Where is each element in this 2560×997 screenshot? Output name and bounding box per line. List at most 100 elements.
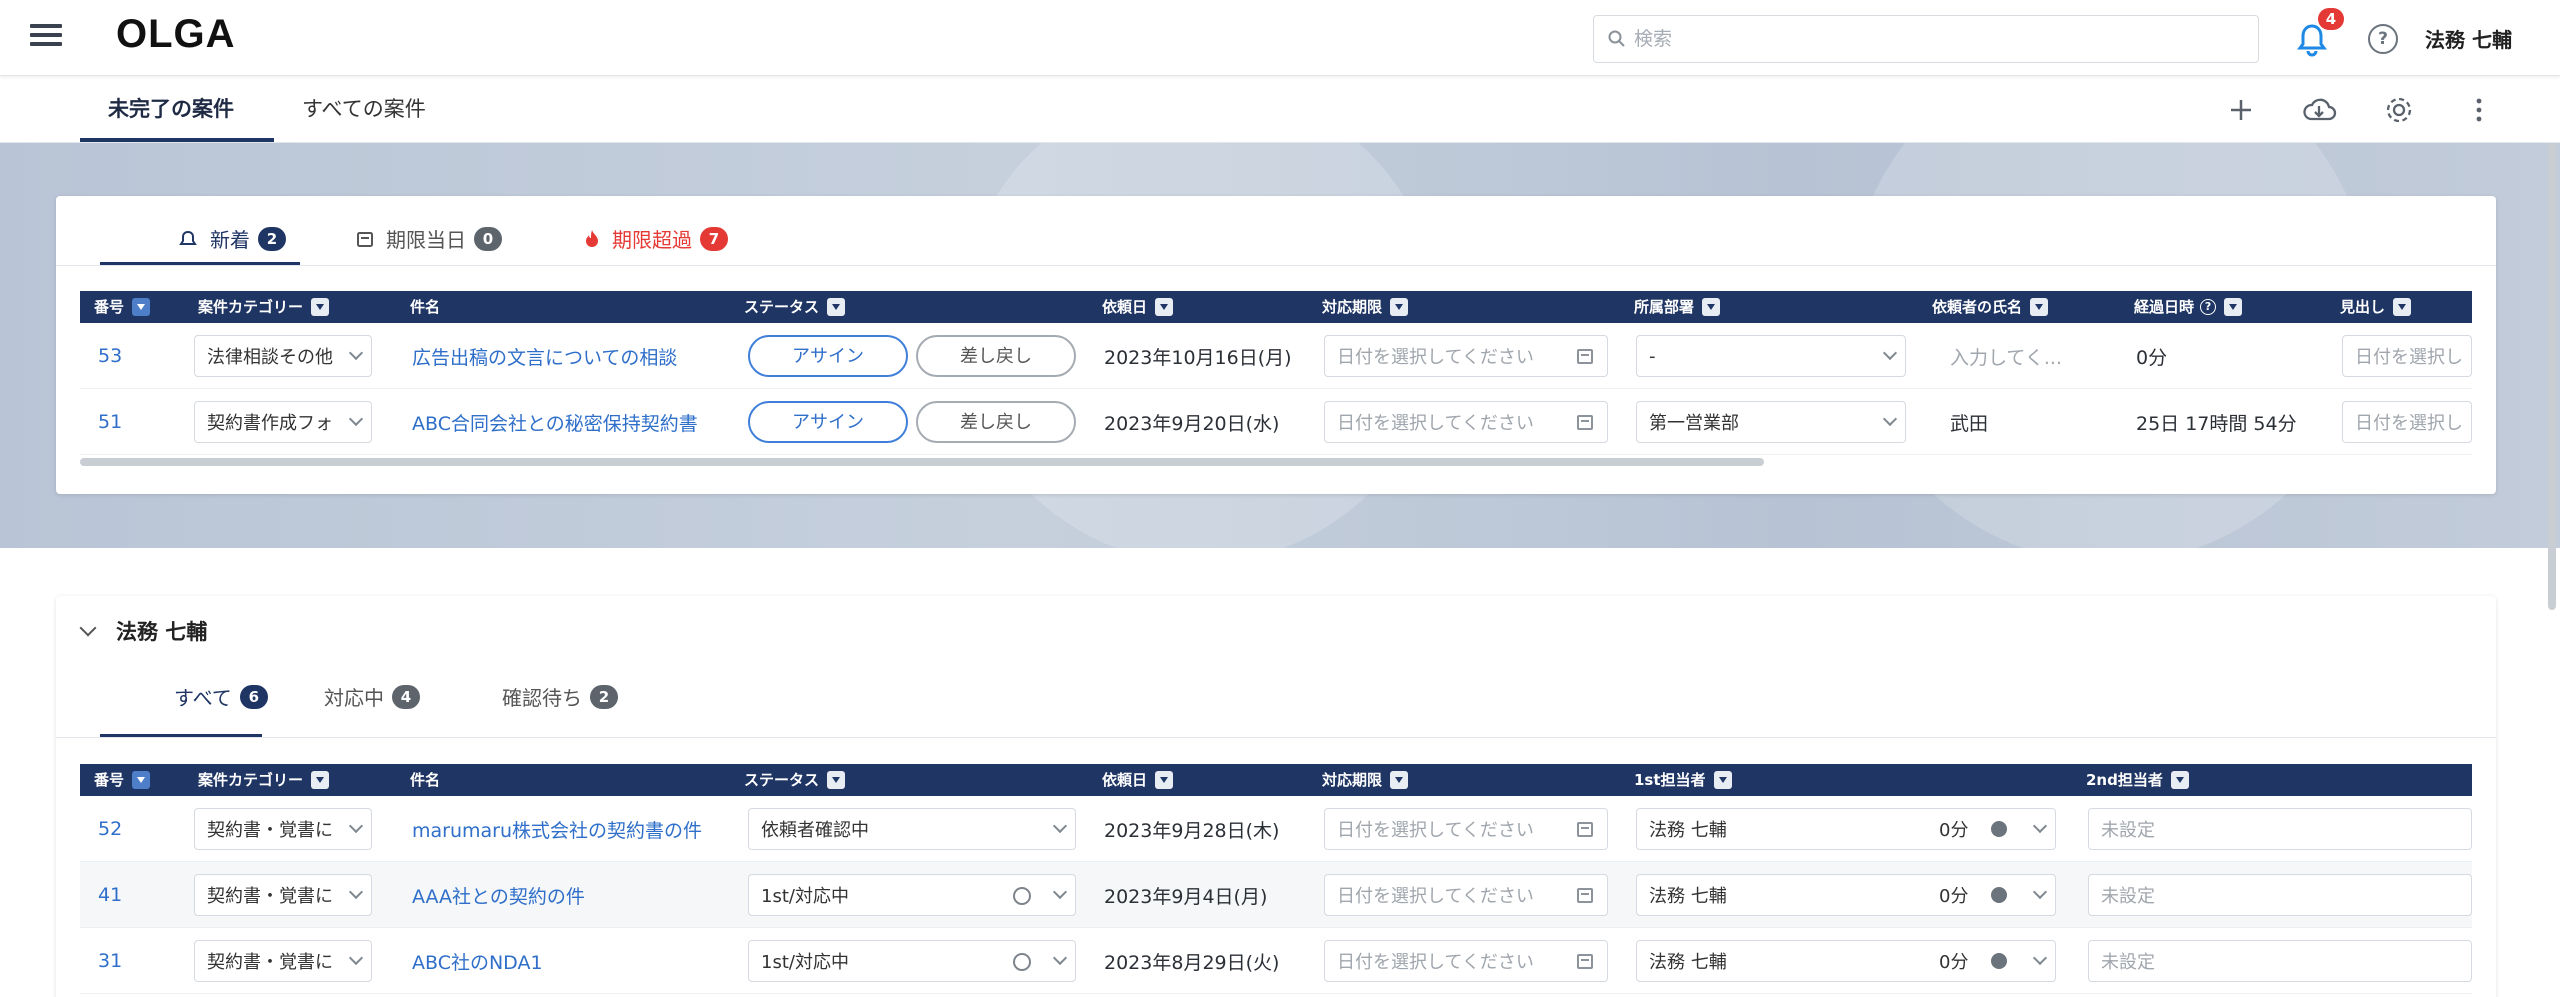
tab-due-today-count: 0 [474,226,502,251]
category-select[interactable]: 契約書・覚書に [194,874,372,916]
subject-link[interactable]: ABC合同会社との秘密保持契約書 [412,389,698,455]
column-header-category[interactable]: 案件カテゴリー [198,764,330,796]
assign-button[interactable]: アサイン [748,401,908,443]
due-date-picker[interactable]: 日付を選択してください [1324,940,1608,982]
send-back-button[interactable]: 差し戻し [916,401,1076,443]
work-time: 0分 [1939,952,1969,973]
column-header-elapsed[interactable]: 経過日時? [2134,291,2243,323]
column-header-id[interactable]: 番号 [94,291,151,323]
gear-icon[interactable] [2380,91,2418,129]
column-header-request-date[interactable]: 依頼日 [1102,764,1174,796]
category-select[interactable]: 契約書・覚書に [194,940,372,982]
first-assignee-select[interactable]: 法務 七輔 0分 [1636,874,2056,916]
due-date-picker[interactable]: 日付を選択してください [1324,808,1608,850]
requester-name-input[interactable]: 入力してく... [1950,323,2062,389]
search-input[interactable] [1634,28,2194,50]
gear-icon[interactable] [1991,953,2007,969]
column-header-subject[interactable]: 件名 [410,291,440,323]
tab-overdue[interactable]: 期限超過 7 [584,224,728,253]
first-assignee-select[interactable]: 法務 七輔 0分 [1636,808,2056,850]
tab-all[interactable]: すべて 6 [174,682,268,711]
chevron-down-icon [348,950,364,966]
cloud-download-icon[interactable] [2300,91,2338,129]
horizontal-scrollbar[interactable] [80,458,1764,466]
table-row[interactable]: 52 契約書・覚書に marumaru株式会社の契約書の件 依頼者確認中 202… [80,796,2472,862]
table-row[interactable]: 53 法律相談その他 広告出稿の文言についての相談 アサイン 差し戻し 2023… [80,323,2472,389]
app-logo[interactable]: OLGA [116,12,236,57]
case-id-link[interactable]: 41 [98,862,122,928]
table-row[interactable]: 51 契約書作成フォ ABC合同会社との秘密保持契約書 アサイン 差し戻し 20… [80,389,2472,455]
menu-icon[interactable] [30,24,62,52]
column-header-id[interactable]: 番号 [94,764,151,796]
column-header-category[interactable]: 案件カテゴリー [198,291,330,323]
gear-icon[interactable] [1991,887,2007,903]
due-date-picker[interactable]: 日付を選択してください [1324,874,1608,916]
first-assignee-select[interactable]: 法務 七輔 0分 [1636,940,2056,982]
table-row[interactable]: 41 契約書・覚書に AAA社との契約の件 1st/対応中 2023年9月4日(… [80,862,2472,928]
help-icon: ? [2200,299,2217,315]
subject-link[interactable]: ABC社のNDA1 [412,928,543,994]
case-id-link[interactable]: 31 [98,928,122,994]
help-icon[interactable]: ? [2368,24,2398,54]
bell-icon [179,230,197,245]
due-date-picker[interactable]: 日付を選択してください [1324,401,1608,443]
column-header-due-date[interactable]: 対応期限 [1322,291,1409,323]
heading-date-picker[interactable]: 日付を選択し [2342,401,2472,443]
case-id-link[interactable]: 52 [98,796,122,862]
requester-name[interactable]: 武田 [1950,389,1988,455]
tab-incomplete-cases[interactable]: 未完了の案件 [108,93,234,123]
tab-in-progress-count: 4 [392,684,420,709]
notification-badge: 4 [2318,8,2344,30]
column-header-status[interactable]: ステータス [744,291,846,323]
tab-due-today[interactable]: 期限当日 0 [356,224,502,253]
calendar-icon [1577,822,1593,837]
chevron-down-icon [79,619,97,637]
tab-new[interactable]: 新着 2 [178,224,286,253]
column-header-request-date[interactable]: 依頼日 [1102,291,1174,323]
subject-link[interactable]: marumaru株式会社の契約書の件 [412,796,702,862]
column-header-requester[interactable]: 依頼者の氏名 [1932,291,2049,323]
tab-all-cases[interactable]: すべての案件 [302,93,426,123]
status-select[interactable]: 依頼者確認中 [748,808,1076,850]
heading-date-picker[interactable]: 日付を選択し [2342,335,2472,377]
section-toggle[interactable]: 法務 七輔 [79,616,207,646]
elapsed-time: 0分 [2136,346,2168,369]
tab-in-progress[interactable]: 対応中 4 [324,682,420,711]
more-vert-icon[interactable] [2460,91,2498,129]
category-select[interactable]: 契約書・覚書に [194,808,372,850]
category-select[interactable]: 契約書作成フォ [194,401,372,443]
case-id-link[interactable]: 51 [98,389,122,455]
column-header-status[interactable]: ステータス [744,764,846,796]
column-header-second-assignee[interactable]: 2nd担当者 [2086,764,2189,796]
subject-link[interactable]: 広告出稿の文言についての相談 [412,323,677,389]
column-header-due-date[interactable]: 対応期限 [1322,764,1409,796]
second-assignee-select[interactable]: 未設定 [2088,940,2472,982]
plus-icon[interactable] [2222,91,2260,129]
case-id-link[interactable]: 53 [98,323,122,389]
due-date-picker[interactable]: 日付を選択してください [1324,335,1608,377]
column-header-department[interactable]: 所属部署 [1634,291,1721,323]
status-select[interactable]: 1st/対応中 [748,940,1076,982]
department-select[interactable]: 第一営業部 [1636,401,1906,443]
second-assignee-select[interactable]: 未設定 [2088,874,2472,916]
tab-awaiting-confirmation[interactable]: 確認待ち 2 [502,682,618,711]
column-header-heading[interactable]: 見出し [2340,291,2412,323]
column-header-subject[interactable]: 件名 [410,764,440,796]
table-row[interactable]: 31 契約書・覚書に ABC社のNDA1 1st/対応中 2023年8月29日(… [80,928,2472,994]
subject-link[interactable]: AAA社との契約の件 [412,862,585,928]
vertical-scrollbar[interactable] [2548,80,2556,610]
assign-button[interactable]: アサイン [748,335,908,377]
category-select[interactable]: 法律相談その他 [194,335,372,377]
gear-icon[interactable] [1991,821,2007,837]
department-select[interactable]: - [1636,335,1906,377]
column-header-first-assignee[interactable]: 1st担当者 [1634,764,1732,796]
request-date: 2023年8月29日(火) [1104,951,1280,974]
tab-new-label: 新着 [210,228,250,252]
send-back-button[interactable]: 差し戻し [916,335,1076,377]
second-assignee-select[interactable]: 未設定 [2088,808,2472,850]
work-time: 0分 [1939,820,1969,841]
assignee-table-header: 番号 案件カテゴリー 件名 ステータス 依頼日 対応期限 1st担当者 2nd担… [80,764,2472,796]
status-select[interactable]: 1st/対応中 [748,874,1076,916]
search-box[interactable] [1593,15,2259,63]
user-name[interactable]: 法務 七輔 [2425,24,2512,53]
